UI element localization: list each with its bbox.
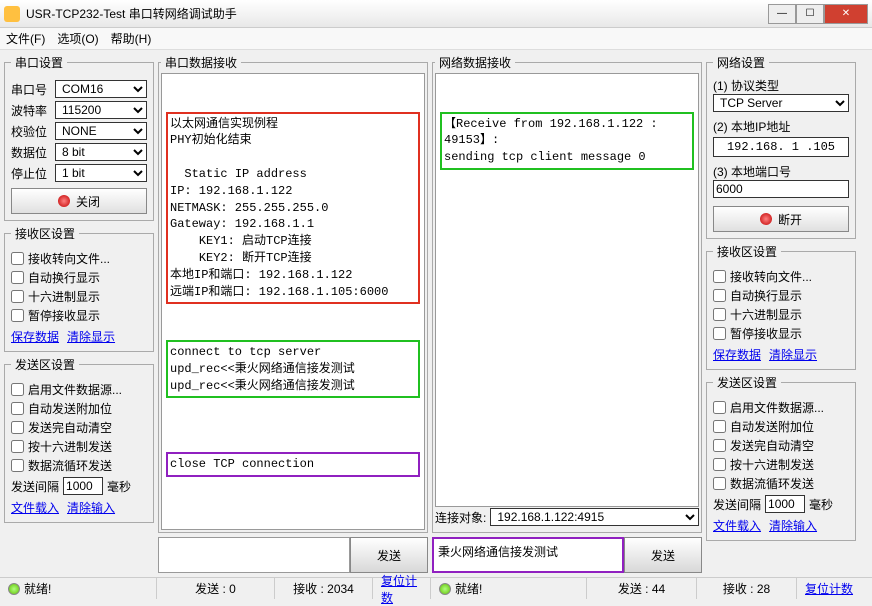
close-button[interactable]: ✕ — [824, 4, 868, 24]
parity-select[interactable]: NONE — [55, 122, 147, 140]
hex-send-check[interactable] — [11, 440, 24, 453]
auto-clear-check[interactable] — [11, 421, 24, 434]
net-file-source-check[interactable] — [713, 401, 726, 414]
net-recv-to-file-check[interactable] — [713, 270, 726, 283]
serial-ready-label: 就绪! — [24, 580, 51, 597]
clear-input-link[interactable]: 清除输入 — [67, 499, 115, 516]
menu-help[interactable]: 帮助(H) — [111, 30, 152, 47]
maximize-button[interactable]: ☐ — [796, 4, 824, 24]
file-source-check[interactable] — [11, 383, 24, 396]
net-send-button[interactable]: 发送 — [624, 537, 702, 573]
protocol-select[interactable]: TCP Server — [713, 94, 849, 112]
net-send-input[interactable]: 秉火网络通信接发测试 — [432, 537, 624, 573]
pause-recv-check[interactable] — [11, 309, 24, 322]
serial-reset-count[interactable]: 复位计数 — [372, 578, 430, 599]
net-interval-input[interactable] — [765, 495, 805, 513]
serial-recv-group: 串口数据接收 以太网通信实现例程 PHY初始化结束 Static IP addr… — [158, 54, 428, 533]
record-icon — [760, 213, 772, 225]
local-port-input[interactable] — [713, 180, 849, 198]
interval-input[interactable] — [63, 477, 103, 495]
net-recv-textarea[interactable]: 【Receive from 192.168.1.122 : 49153】: se… — [435, 73, 699, 507]
net-recv-block1: 【Receive from 192.168.1.122 : 49153】: se… — [440, 112, 694, 170]
local-ip-input[interactable]: 192.168. 1 .105 — [713, 137, 849, 157]
net-recv-count: 接收 : 28 — [696, 578, 796, 599]
serial-recv-textarea[interactable]: 以太网通信实现例程 PHY初始化结束 Static IP address IP:… — [161, 73, 425, 530]
loop-send-check[interactable] — [11, 459, 24, 472]
record-icon — [58, 195, 70, 207]
databits-select[interactable]: 8 bit — [55, 143, 147, 161]
hex-display-check[interactable] — [11, 290, 24, 303]
serial-send-settings-group: 发送区设置 启用文件数据源... 自动发送附加位 发送完自动清空 按十六进制发送… — [4, 356, 154, 523]
net-auto-clear-check[interactable] — [713, 439, 726, 452]
net-ready-label: 就绪! — [455, 580, 482, 597]
file-load-link[interactable]: 文件载入 — [11, 499, 59, 516]
net-recv-group: 网络数据接收 【Receive from 192.168.1.122 : 491… — [432, 54, 702, 533]
serial-recv-settings-group: 接收区设置 接收转向文件... 自动换行显示 十六进制显示 暂停接收显示 保存数… — [4, 225, 154, 352]
menu-file[interactable]: 文件(F) — [6, 30, 45, 47]
net-send-settings-group: 发送区设置 启用文件数据源... 自动发送附加位 发送完自动清空 按十六进制发送… — [706, 374, 856, 541]
recv-to-file-check[interactable] — [11, 252, 24, 265]
net-hex-display-check[interactable] — [713, 308, 726, 321]
net-file-load-link[interactable]: 文件载入 — [713, 517, 761, 534]
net-recv-settings-group: 接收区设置 接收转向文件... 自动换行显示 十六进制显示 暂停接收显示 保存数… — [706, 243, 856, 370]
serial-send-button[interactable]: 发送 — [350, 537, 428, 573]
serial-send-input[interactable] — [158, 537, 350, 573]
net-auto-append-check[interactable] — [713, 420, 726, 433]
serial-close-button[interactable]: 关闭 — [11, 188, 147, 214]
menu-options[interactable]: 选项(O) — [57, 30, 98, 47]
net-send-count: 发送 : 44 — [586, 578, 696, 599]
window-title: USR-TCP232-Test 串口转网络调试助手 — [26, 5, 768, 22]
net-pause-recv-check[interactable] — [713, 327, 726, 340]
connect-target-select[interactable]: 192.168.1.122:4915 — [490, 508, 699, 526]
app-icon — [4, 6, 20, 22]
stopbits-select[interactable]: 1 bit — [55, 164, 147, 182]
auto-wrap-check[interactable] — [11, 271, 24, 284]
serial-send-count: 发送 : 0 — [156, 578, 274, 599]
net-hex-send-check[interactable] — [713, 458, 726, 471]
auto-append-check[interactable] — [11, 402, 24, 415]
minimize-button[interactable]: — — [768, 4, 796, 24]
ready-icon — [8, 583, 20, 595]
serial-settings-group: 串口设置 串口号COM16 波特率115200 校验位NONE 数据位8 bit… — [4, 54, 154, 221]
serial-recv-block2: connect to tcp server upd_rec<<秉火网络通信接发测… — [166, 340, 420, 398]
net-loop-send-check[interactable] — [713, 477, 726, 490]
save-data-link[interactable]: 保存数据 — [11, 328, 59, 345]
baud-select[interactable]: 115200 — [55, 101, 147, 119]
connect-target-label: 连接对象: — [435, 509, 486, 526]
com-port-select[interactable]: COM16 — [55, 80, 147, 98]
serial-recv-block3: close TCP connection — [166, 452, 420, 477]
net-save-data-link[interactable]: 保存数据 — [713, 346, 761, 363]
net-disconnect-button[interactable]: 断开 — [713, 206, 849, 232]
clear-display-link[interactable]: 清除显示 — [67, 328, 115, 345]
serial-recv-count: 接收 : 2034 — [274, 578, 372, 599]
net-reset-count[interactable]: 复位计数 — [796, 578, 861, 599]
serial-recv-block1: 以太网通信实现例程 PHY初始化结束 Static IP address IP:… — [166, 112, 420, 305]
net-clear-input-link[interactable]: 清除输入 — [769, 517, 817, 534]
ready-icon — [439, 583, 451, 595]
net-auto-wrap-check[interactable] — [713, 289, 726, 302]
net-clear-display-link[interactable]: 清除显示 — [769, 346, 817, 363]
net-settings-group: 网络设置 (1) 协议类型 TCP Server (2) 本地IP地址 192.… — [706, 54, 856, 239]
